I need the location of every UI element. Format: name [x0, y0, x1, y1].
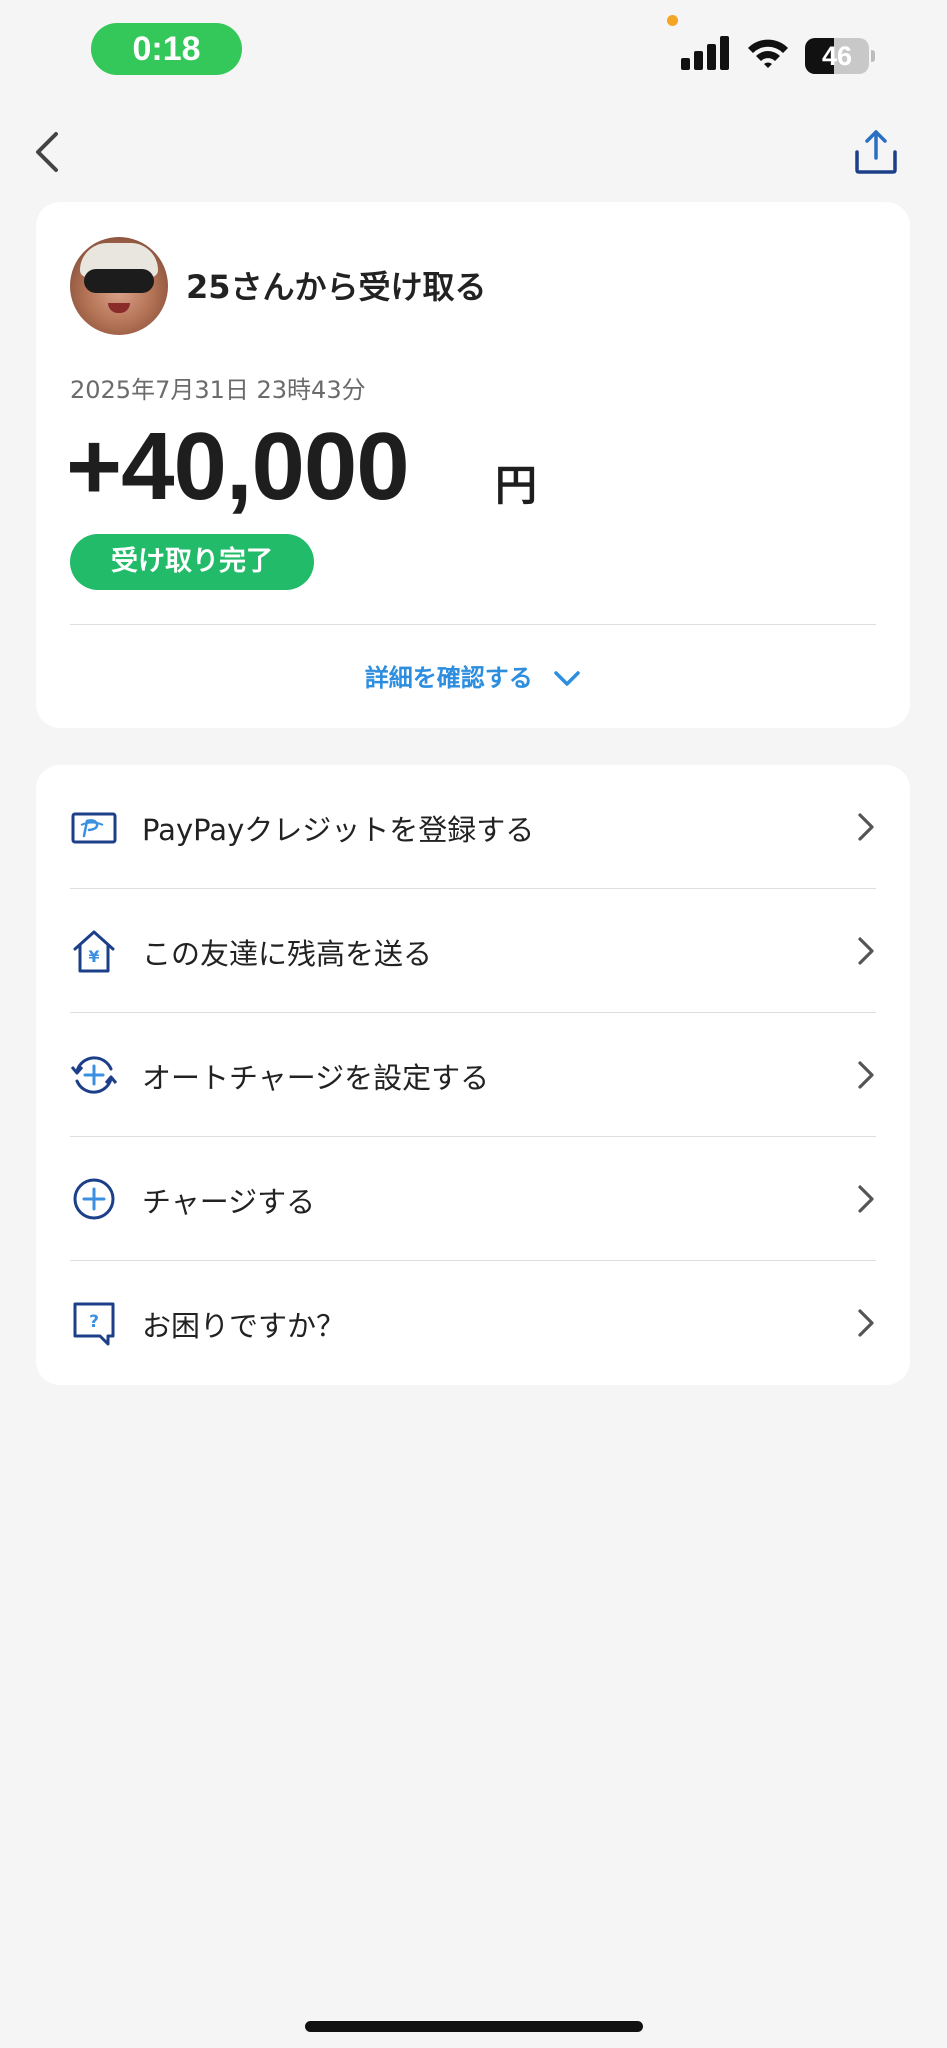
amount-unit: 円	[495, 461, 538, 510]
status-bar: 0:18 46	[0, 0, 947, 100]
share-button[interactable]	[850, 126, 902, 178]
avatar[interactable]	[70, 237, 168, 335]
divider	[70, 624, 876, 625]
chevron-right-icon	[858, 937, 874, 965]
menu-item-paypay-credit[interactable]: PayPayクレジットを登録する	[36, 765, 910, 889]
menu-item-charge[interactable]: チャージする	[36, 1137, 910, 1261]
menu-label: チャージする	[142, 1185, 316, 1219]
wifi-icon	[748, 39, 788, 68]
chevron-left-icon	[36, 132, 58, 172]
plus-circle-icon	[73, 1178, 115, 1220]
amount-value: +40,000	[66, 413, 410, 520]
menu-label: PayPayクレジットを登録する	[142, 813, 535, 847]
house-yen-icon: ¥	[73, 930, 115, 973]
battery-icon: 46	[805, 38, 875, 74]
help-bubble-icon: ?	[73, 1302, 115, 1346]
back-button[interactable]	[28, 126, 68, 178]
signal-icon	[681, 36, 729, 70]
chevron-right-icon	[858, 813, 874, 841]
status-time[interactable]: 0:18	[91, 23, 242, 75]
menu-label: この友達に残高を送る	[142, 937, 433, 971]
status-badge: 受け取り完了	[70, 534, 314, 590]
paypay-credit-card-icon	[71, 812, 117, 844]
chevron-right-icon	[858, 1185, 874, 1213]
menu-item-auto-charge[interactable]: オートチャージを設定する	[36, 1013, 910, 1137]
auto-charge-icon	[70, 1056, 118, 1094]
svg-text:¥: ¥	[88, 947, 99, 966]
transaction-detail-screen: 0:18 46 25さんから受け取る 2025年7月31日 23時43分 +40…	[0, 0, 947, 2048]
share-icon	[855, 130, 897, 174]
receive-card: 25さんから受け取る 2025年7月31日 23時43分 +40,000 円 受…	[36, 202, 910, 728]
transaction-datetime: 2025年7月31日 23時43分	[70, 376, 366, 404]
menu-label: オートチャージを設定する	[142, 1061, 490, 1095]
home-indicator[interactable]	[305, 2021, 643, 2032]
details-toggle[interactable]: 詳細を確認する	[36, 658, 910, 693]
svg-text:?: ?	[89, 1312, 99, 1332]
menu-label: お困りですか？	[142, 1309, 346, 1343]
menu-item-help[interactable]: ? お困りですか？	[36, 1261, 910, 1385]
actions-menu: PayPayクレジットを登録する ¥ この友達に残高を送る オートチャージを設定…	[36, 765, 910, 1385]
chevron-down-icon	[554, 671, 580, 686]
chevron-right-icon	[858, 1061, 874, 1089]
chevron-right-icon	[858, 1309, 874, 1337]
privacy-indicator-dot	[667, 15, 678, 26]
menu-item-send-balance[interactable]: ¥ この友達に残高を送る	[36, 889, 910, 1013]
receive-title: 25さんから受け取る	[186, 268, 487, 306]
details-link-label: 詳細を確認する	[364, 664, 533, 692]
battery-percent: 46	[821, 41, 853, 71]
